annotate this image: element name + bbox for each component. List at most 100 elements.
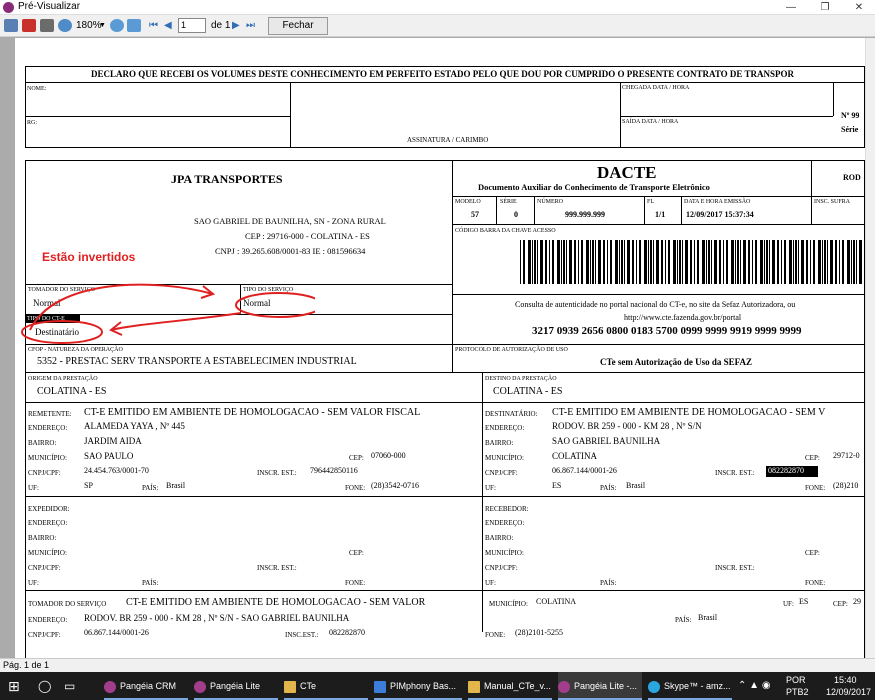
destinatario-cep: 29712-0 xyxy=(833,451,860,460)
empresa-cep: CEP : 29716-000 - COLATINA - ES xyxy=(245,231,370,241)
tomador-cep: 29 xyxy=(853,597,861,606)
tomador-uf-label: UF: xyxy=(783,600,794,608)
remetente-fone: (28)3542-0716 xyxy=(371,481,419,490)
serie-label: SÉRIE xyxy=(500,199,517,205)
taskbar: ⊞ ◯ ▭ Pangéia CRM Pangéia Lite CTe PIMph… xyxy=(0,672,875,700)
tomador-nome: CT-E EMITIDO EM AMBIENTE DE HOMOLOGACAO … xyxy=(126,597,426,608)
tomador-cep-label: CEP: xyxy=(833,600,848,608)
close-window-button[interactable]: ✕ xyxy=(844,0,874,15)
cfop-value: 5352 - PRESTAC SERV TRANSPORTE A ESTABEL… xyxy=(37,356,357,367)
zoom-in-icon[interactable] xyxy=(110,19,124,32)
remetente-ie: 796442850116 xyxy=(310,466,358,475)
serie-value: 0 xyxy=(514,210,518,219)
tray-icons[interactable]: ⌃ ▲ ◉ xyxy=(738,672,780,700)
tomador-municipio-label: MUNICÍPIO: xyxy=(489,600,528,608)
fl-value: 1/1 xyxy=(655,210,666,219)
remetente-ie-label: INSCR. EST.: xyxy=(257,469,297,477)
codigo-barra-label: CÓDIGO BARRA DA CHAVE ACESSO xyxy=(455,228,556,234)
status-bar: Pág. 1 de 1 xyxy=(0,658,875,672)
vertical-scrollbar[interactable] xyxy=(865,38,875,658)
protocolo-value: CTe sem Autorização de Uso da SEFAZ xyxy=(600,357,753,367)
next-page-icon[interactable]: ▶ xyxy=(232,20,240,31)
portal-url: http://www.cte.fazenda.gov.br/portal xyxy=(624,313,742,322)
destinatario-cnpj: 06.867.144/0001-26 xyxy=(552,466,617,475)
app-icon xyxy=(3,2,14,13)
recebedor-cep-label: CEP: xyxy=(805,549,820,557)
destinatario-municipio-label: MUNICÍPIO: xyxy=(485,454,524,462)
numero-label: NÚMERO xyxy=(537,199,564,205)
remetente-cep: 07060-000 xyxy=(371,451,406,460)
tomador-fone: (28)2101-5255 xyxy=(515,628,563,637)
modelo-value: 57 xyxy=(471,210,479,219)
recebedor-label: RECEBEDOR: xyxy=(485,505,529,513)
page-count-label: de 1 xyxy=(211,20,231,31)
taskbar-item-manual-cte[interactable]: Manual_CTe_v... xyxy=(468,672,552,700)
clock-time[interactable]: 15:40 xyxy=(834,674,857,686)
taskbar-item-pangeia-lite-active[interactable]: Pangéia Lite -... xyxy=(558,672,642,700)
recebedor-municipio-label: MUNICÍPIO: xyxy=(485,549,524,557)
modelo-label: MODELO xyxy=(455,199,481,205)
expedidor-fone-label: FONE: xyxy=(345,579,366,587)
data-emissao-value: 12/09/2017 15:37:34 xyxy=(686,210,754,219)
zoom-icon[interactable] xyxy=(58,19,72,32)
pdf-icon[interactable] xyxy=(22,19,36,32)
expedidor-uf-label: UF: xyxy=(28,579,39,587)
recebedor-endereco-label: ENDEREÇO: xyxy=(485,519,525,527)
document-viewer[interactable]: DECLARO QUE RECEBI OS VOLUMES DESTE CONH… xyxy=(0,38,865,658)
destinatario-uf-label: UF: xyxy=(485,484,496,492)
rod-label: ROD xyxy=(843,173,861,182)
expedidor-pais-label: PAÍS: xyxy=(142,579,159,587)
taskbar-item-pangeia-lite[interactable]: Pangéia Lite xyxy=(194,672,278,700)
taskbar-item-skype[interactable]: Skype™ - amz... xyxy=(648,672,732,700)
page-number-input[interactable]: 1 xyxy=(178,18,206,33)
destinatario-bairro: SAO GABRIEL BAUNILHA xyxy=(552,436,661,446)
remetente-municipio: SAO PAULO xyxy=(84,451,134,461)
numero-value: 999.999.999 xyxy=(565,210,605,219)
chave-acesso: 3217 0939 2656 0800 0183 5700 0999 9999 … xyxy=(532,325,802,337)
tomador-cnpj: 06.867.144/0001-26 xyxy=(84,628,149,637)
taskbar-item-cte[interactable]: CTe xyxy=(284,672,368,700)
destinatario-uf: ES xyxy=(552,481,562,490)
keyboard-layout[interactable]: PTB2 xyxy=(786,686,809,698)
destinatario-nome: CT-E EMITIDO EM AMBIENTE DE HOMOLOGACAO … xyxy=(552,407,826,418)
language-indicator[interactable]: POR xyxy=(786,674,806,686)
search-icon[interactable]: ◯ xyxy=(38,672,58,700)
expedidor-label: EXPEDIDOR: xyxy=(28,505,70,513)
start-button-icon[interactable]: ⊞ xyxy=(8,672,30,700)
maximize-button[interactable]: ❐ xyxy=(810,0,840,15)
fechar-button[interactable]: Fechar xyxy=(268,17,328,35)
destino-label: DESTINO DA PRESTAÇÃO xyxy=(485,376,557,382)
prev-page-icon[interactable]: ◀ xyxy=(164,20,172,31)
remetente-cnpj-label: CNPJ/CPF: xyxy=(28,469,61,477)
taskbar-item-pangeia-crm[interactable]: Pangéia CRM xyxy=(104,672,188,700)
expedidor-cnpj-label: CNPJ/CPF: xyxy=(28,564,61,572)
first-page-icon[interactable]: ⏮ xyxy=(149,20,158,31)
consulta-text: Consulta de autenticidade no portal naci… xyxy=(515,300,796,309)
dacte-subtitle: Documento Auxiliar do Conhecimento de Tr… xyxy=(478,182,710,192)
zoom-dropdown-icon[interactable]: ▼ xyxy=(99,22,106,29)
print-icon[interactable] xyxy=(4,19,18,32)
tomador-cnpj-label: CNPJ/CPF: xyxy=(28,631,61,639)
barcode-image xyxy=(520,240,862,284)
remetente-label: REMETENTE: xyxy=(28,410,72,418)
empresa-name: JPA TRANSPORTES xyxy=(171,172,283,186)
minimize-button[interactable]: — xyxy=(776,0,806,15)
assinatura-label: ASSINATURA / CARIMBO xyxy=(407,136,489,144)
insc-sufra-label: INSC. SUFRA xyxy=(814,199,851,205)
zoom-select[interactable]: 180% xyxy=(76,20,102,31)
remetente-municipio-label: MUNICÍPIO: xyxy=(28,454,67,462)
last-page-icon[interactable]: ⏭ xyxy=(246,20,255,31)
tomador-pais: Brasil xyxy=(698,613,718,622)
remetente-nome: CT-E EMITIDO EM AMBIENTE DE HOMOLOGACAO … xyxy=(84,407,421,418)
remetente-uf: SP xyxy=(84,481,93,490)
taskbar-item-pimphony[interactable]: PIMphony Bas... xyxy=(374,672,462,700)
remetente-cep-label: CEP: xyxy=(349,454,364,462)
fit-page-icon[interactable] xyxy=(127,19,141,32)
task-view-icon[interactable]: ▭ xyxy=(64,672,84,700)
clock-date[interactable]: 12/09/2017 xyxy=(826,686,871,698)
recebedor-pais-label: PAÍS: xyxy=(600,579,617,587)
recebedor-uf-label: UF: xyxy=(485,579,496,587)
fl-label: FL xyxy=(647,199,655,205)
declaration-text: DECLARO QUE RECEBI OS VOLUMES DESTE CONH… xyxy=(91,69,795,79)
find-icon[interactable] xyxy=(40,19,54,32)
